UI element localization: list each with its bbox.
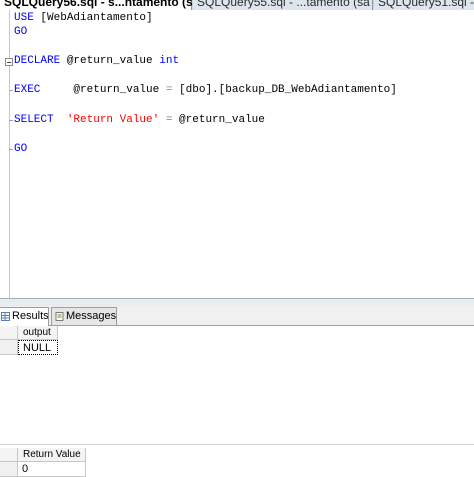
outline-tick <box>9 90 13 91</box>
query-editor[interactable]: USE [WebAdiantamento] GO DECLARE @return… <box>0 10 474 298</box>
tab-messages[interactable]: Messages <box>51 307 117 325</box>
outline-gutter <box>9 10 10 298</box>
database-name: [WebAdiantamento] <box>33 12 153 24</box>
outline-tick <box>9 149 13 150</box>
message-icon <box>55 312 64 321</box>
column-header-output[interactable]: output <box>18 326 58 340</box>
collapse-icon[interactable] <box>5 58 13 66</box>
grid-corner[interactable] <box>0 448 18 462</box>
tab-results[interactable]: Results <box>0 307 49 326</box>
code-line-go-end: GO <box>14 143 27 156</box>
tab-sqlquery51-label: SQLQuery51.sql - <box>378 0 474 9</box>
row-number[interactable] <box>0 340 18 355</box>
keyword-use: USE <box>14 12 34 24</box>
tab-messages-label: Messages <box>66 310 117 322</box>
keyword-int: int <box>159 55 180 67</box>
keyword-select: SELECT <box>14 114 54 126</box>
outline-tick <box>9 120 13 121</box>
code-line-exec: EXEC @return_value = [dbo].[backup_DB_We… <box>14 84 397 97</box>
result-cell[interactable]: 0 <box>18 462 86 477</box>
procedure-name: [dbo].[backup_DB_WebAdiantamento] <box>172 84 397 96</box>
tab-sqlquery55-label: SQLQuery55.sql - ...tamento (sa (92)) <box>197 0 399 9</box>
column-header-return-value[interactable]: Return Value <box>18 448 86 462</box>
document-tab-strip: SQLQuery56.sql - s...ntamento (sa (96)) … <box>0 0 474 10</box>
grid-icon <box>1 312 10 321</box>
tab-sqlquery56[interactable]: SQLQuery56.sql - s...ntamento (sa (96)) … <box>0 0 237 10</box>
string-literal: 'Return Value' <box>66 114 160 126</box>
variable-name: @return_value <box>40 84 166 96</box>
code-line-declare: DECLARE @return_value int <box>14 55 179 68</box>
results-tab-strip: Results Messages <box>0 306 474 326</box>
tab-results-label: Results <box>12 310 49 322</box>
code-line-go: GO <box>14 26 27 39</box>
keyword-declare: DECLARE <box>14 55 61 67</box>
result-cell[interactable]: NULL <box>18 340 58 355</box>
results-pane: Results Messages output NULL Return Valu… <box>0 306 474 477</box>
grid-separator <box>0 444 474 445</box>
tab-sqlquery55[interactable]: SQLQuery55.sql - ...tamento (sa (92)) × <box>193 0 407 10</box>
row-number[interactable] <box>0 462 18 477</box>
keyword-go: GO <box>14 143 28 155</box>
code-line-select: SELECT 'Return Value' = @return_value <box>14 114 265 127</box>
code-line-use: USE [WebAdiantamento] <box>14 12 153 25</box>
variable-name: @return_value <box>172 114 265 126</box>
tab-sqlquery51[interactable]: SQLQuery51.sql - <box>374 0 474 10</box>
grid-corner[interactable] <box>0 326 18 340</box>
variable-name: @return_value <box>60 55 160 67</box>
keyword-exec: EXEC <box>14 84 41 96</box>
keyword-go: GO <box>14 26 28 38</box>
